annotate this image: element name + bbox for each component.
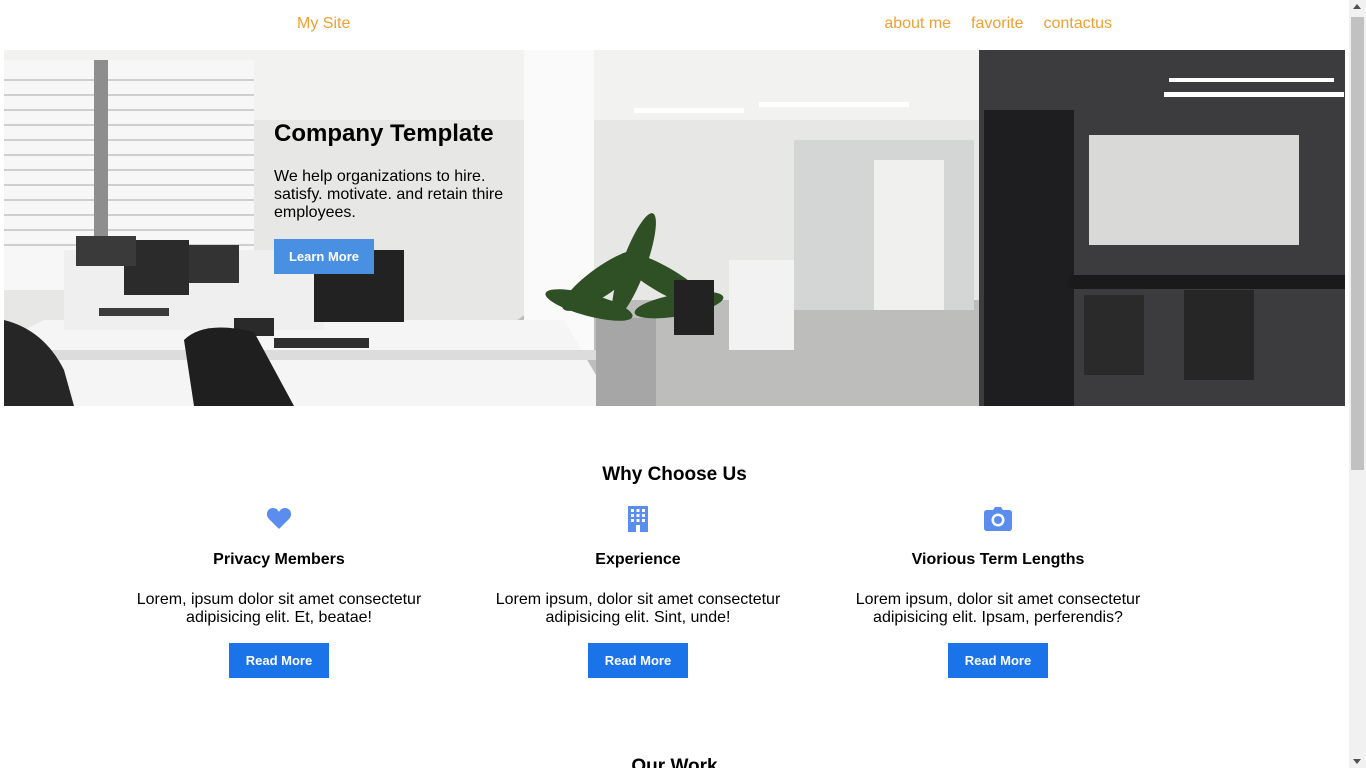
nav-favorite[interactable]: favorite <box>971 15 1023 33</box>
feature-title: Experience <box>595 551 681 568</box>
building-icon <box>628 506 648 532</box>
camera-icon <box>984 507 1012 531</box>
office-photo <box>4 50 1345 406</box>
scroll-down-arrow-icon[interactable] <box>1353 759 1361 764</box>
brand-link[interactable]: My Site <box>297 15 350 33</box>
feature-text: Lorem ipsum, dolor sit amet consectetur … <box>495 591 781 626</box>
nav-about-me[interactable]: about me <box>884 15 951 33</box>
learn-more-button[interactable]: Learn More <box>274 239 374 274</box>
page-scrollbar[interactable] <box>1349 0 1366 768</box>
feature-title: Viorious Term Lengths <box>911 551 1085 568</box>
main-nav: about me favorite contactus <box>884 15 1112 33</box>
site-header: My Site about me favorite contactus <box>0 0 1349 50</box>
read-more-button[interactable]: Read More <box>948 643 1048 678</box>
feature-card-privacy: Privacy Members Lorem, ipsum dolor sit a… <box>119 505 439 678</box>
hero-copy: Company Template We help organizations t… <box>274 120 524 274</box>
read-more-button[interactable]: Read More <box>229 643 329 678</box>
hero-tagline: We help organizations to hire. satisfy. … <box>274 168 504 221</box>
scrollbar-thumb[interactable] <box>1351 17 1364 470</box>
heart-icon <box>266 508 292 529</box>
our-work-heading: Our Work <box>631 756 718 768</box>
feature-card-experience: Experience Lorem ipsum, dolor sit amet c… <box>478 505 798 678</box>
feature-title: Privacy Members <box>213 551 345 568</box>
scroll-up-arrow-icon[interactable] <box>1353 4 1361 9</box>
read-more-button[interactable]: Read More <box>588 643 688 678</box>
feature-text: Lorem, ipsum dolor sit amet consectetur … <box>136 591 422 626</box>
hero-banner: Company Template We help organizations t… <box>4 50 1345 406</box>
hero-title: Company Template <box>274 120 494 147</box>
feature-text: Lorem ipsum, dolor sit amet consectetur … <box>855 591 1141 626</box>
feature-card-term-lengths: Viorious Term Lengths Lorem ipsum, dolor… <box>838 505 1158 678</box>
nav-contactus[interactable]: contactus <box>1044 15 1112 33</box>
why-choose-us-heading: Why Choose Us <box>602 464 747 485</box>
